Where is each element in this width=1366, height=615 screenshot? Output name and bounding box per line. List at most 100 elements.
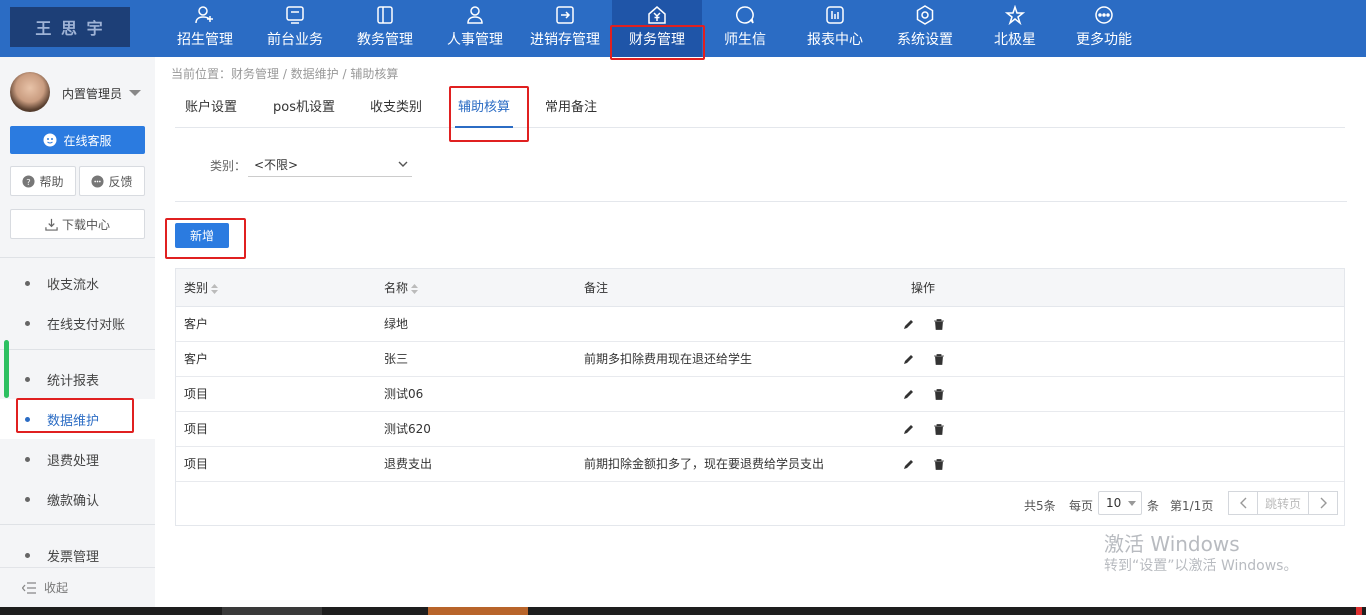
delete-icon[interactable] [934,389,944,400]
gear-icon [916,5,934,25]
chevron-down-icon [398,161,408,167]
header-category[interactable]: 类别 [184,269,219,307]
data-table: 类别 名称 备注 操作 客户 绿地 客户 张三 前期多扣除费用现在退还给学生 项… [175,268,1345,526]
cell-category: 项目 [184,387,209,401]
cell-name: 测试620 [384,422,431,436]
delete-icon[interactable] [934,319,944,330]
caret-down-icon [1128,501,1136,506]
category-select[interactable]: <不限> [248,153,412,177]
sidebar-item-statistics[interactable]: 统计报表 [0,359,155,399]
add-button[interactable]: 新增 [175,223,229,248]
page-info: 第1/1页 [1170,499,1214,513]
chevron-left-icon [1239,497,1246,509]
sidebar: 内置管理员 在线客服 ? 帮助 反馈 下载中心 收支流水 在线支付对账 统计报表… [0,57,155,607]
nav-academic[interactable]: 教务管理 [350,0,420,57]
delete-icon[interactable] [934,424,944,435]
sort-icon[interactable] [411,283,419,294]
nav-reports[interactable]: 报表中心 [800,0,870,57]
page-size-select[interactable]: 10 [1098,491,1142,515]
sort-icon[interactable] [211,283,219,294]
monitor-icon [286,6,304,24]
taskbar [0,607,1366,615]
star-icon [1005,5,1025,25]
chat-icon [736,6,754,24]
cell-name: 退费支出 [384,457,433,471]
tab-auxiliary-accounting[interactable]: 辅助核算 [455,90,514,128]
activation-watermark-title: 激活 Windows [1104,532,1240,556]
nav-enrollment[interactable]: 招生管理 [170,0,240,57]
chat-bubble-icon [91,174,105,188]
table-header: 类别 名称 备注 操作 [176,269,1344,307]
collapse-icon [22,581,36,594]
person-icon [467,6,483,24]
nav-inventory[interactable]: 进销存管理 [525,0,605,57]
nav-more[interactable]: 更多功能 [1068,0,1140,57]
scroll-gutter [1357,57,1366,607]
taskbar-item[interactable] [1356,607,1362,615]
table-row: 项目 测试06 [176,377,1344,412]
question-icon: ? [22,174,36,188]
next-page-button[interactable] [1308,491,1338,515]
cell-category: 客户 [184,317,209,331]
breadcrumb: 当前位置：财务管理 / 数据维护 / 辅助核算 [171,67,399,81]
delete-icon[interactable] [934,459,944,470]
edit-icon[interactable] [903,354,914,365]
nav-finance[interactable]: 财务管理 [612,0,702,57]
admin-name[interactable]: 内置管理员 [62,85,122,102]
divider [175,201,1347,202]
help-button[interactable]: ? 帮助 [10,166,76,196]
online-service-button[interactable]: 在线客服 [10,126,145,154]
header-remark: 备注 [584,281,609,295]
cell-remark: 前期扣除金额扣多了，现在要退费给学员支出 [584,457,825,471]
chevron-right-icon [1320,497,1327,509]
tab-common-remarks[interactable]: 常用备注 [545,90,597,128]
logo: 王 思 宇 [10,7,130,47]
taskbar-item[interactable] [222,607,322,615]
cell-category: 客户 [184,352,209,366]
delete-icon[interactable] [934,354,944,365]
edit-icon[interactable] [903,459,914,470]
nav-polaris[interactable]: 北极星 [980,0,1050,57]
prev-page-button[interactable] [1228,491,1258,515]
sidebar-item-refund[interactable]: 退费处理 [0,439,155,479]
scrollbar[interactable] [4,340,9,398]
inbox-arrow-icon [556,6,574,24]
tab-account-settings[interactable]: 账户设置 [185,90,237,128]
header-name[interactable]: 名称 [384,269,419,307]
sidebar-item-payment-confirm[interactable]: 缴款确认 [0,479,155,519]
download-icon [45,218,58,231]
nav-hr[interactable]: 人事管理 [440,0,510,57]
edit-icon[interactable] [903,319,914,330]
nav-settings[interactable]: 系统设置 [890,0,960,57]
cell-category: 项目 [184,457,209,471]
edit-icon[interactable] [903,389,914,400]
jump-page-input[interactable]: 跳转页 [1257,491,1309,515]
divider [0,524,155,525]
bar-chart-icon [826,6,844,24]
sidebar-item-online-reconcile[interactable]: 在线支付对账 [0,303,155,343]
edit-icon[interactable] [903,424,914,435]
category-filter-label: 类别： [210,159,247,173]
table-row: 项目 退费支出 前期扣除金额扣多了，现在要退费给学员支出 [176,447,1344,482]
cell-category: 项目 [184,422,209,436]
header-action: 操作 [911,281,936,295]
table-row: 客户 绿地 [176,307,1344,342]
nav-messages[interactable]: 师生信 [710,0,780,57]
avatar[interactable] [10,72,50,112]
taskbar-item[interactable] [428,607,528,615]
collapse-button[interactable]: 收起 [0,567,155,607]
tab-pos-settings[interactable]: pos机设置 [273,90,335,128]
tab-income-category[interactable]: 收支类别 [370,90,422,128]
feedback-button[interactable]: 反馈 [79,166,145,196]
download-center-button[interactable]: 下载中心 [10,209,145,239]
user-plus-icon [195,6,213,24]
top-nav-bar: 王 思 宇 招生管理 前台业务 教务管理 人事管理 进销存管理 财务管理 师生信… [0,0,1366,57]
chevron-down-icon[interactable] [129,90,141,96]
yen-house-icon [648,6,666,24]
table-row: 客户 张三 前期多扣除费用现在退还给学生 [176,342,1344,377]
sidebar-item-data-maintenance[interactable]: 数据维护 [0,399,155,439]
cell-remark: 前期多扣除费用现在退还给学生 [584,352,753,366]
cell-name: 张三 [384,352,409,366]
nav-front-desk[interactable]: 前台业务 [260,0,330,57]
sidebar-item-cashflow[interactable]: 收支流水 [0,263,155,303]
